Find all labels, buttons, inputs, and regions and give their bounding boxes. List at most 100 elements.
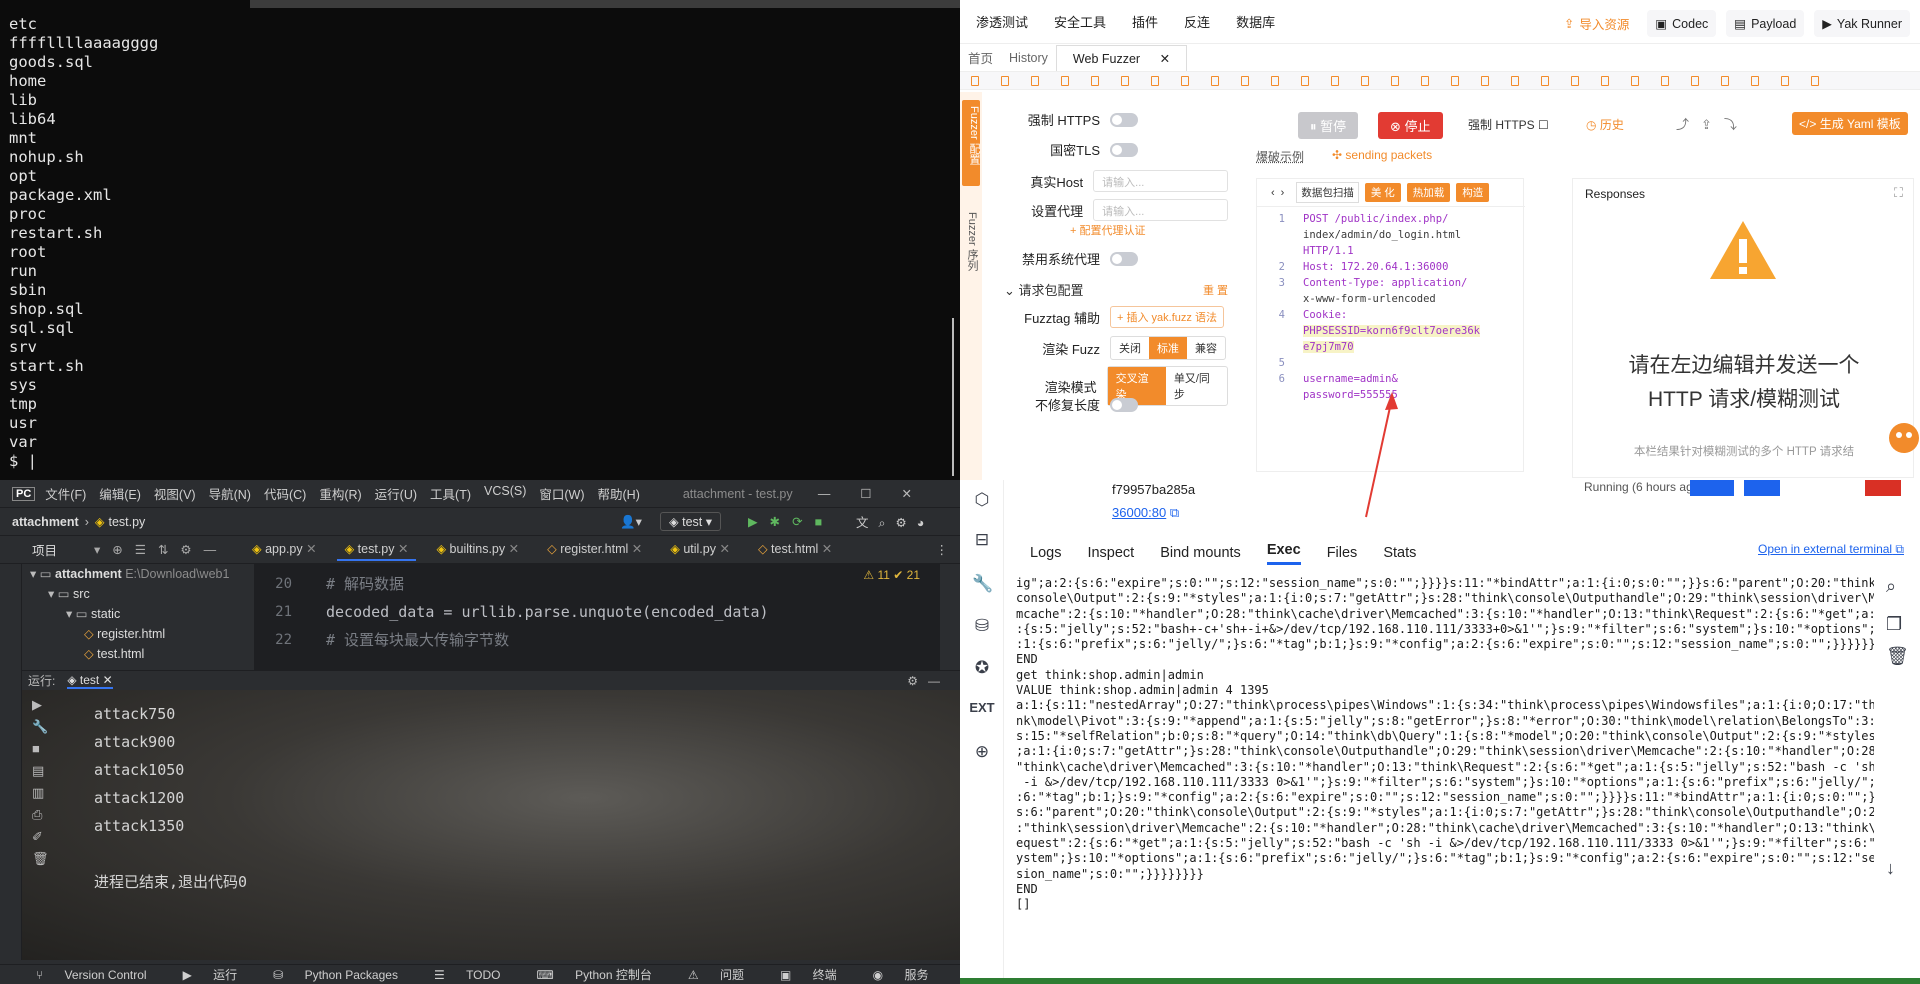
exec-terminal-output[interactable]: ig";a:2:{s:6:"expire";s:0:"";s:12:"sessi… (1016, 576, 1890, 966)
fuzzer-subtab-icon[interactable] (1481, 76, 1489, 86)
codec-button[interactable]: ▣ Codec (1647, 10, 1717, 37)
tab-stats[interactable]: Stats (1383, 545, 1416, 561)
tree-item[interactable]: ▾ ▭ attachment E:\Download\web1 (22, 564, 229, 584)
port-link[interactable]: 36000:80 (1112, 505, 1166, 520)
tab-bind-mounts[interactable]: Bind mounts (1160, 545, 1241, 561)
terminal-window[interactable]: etc ffffllllaaaagggg goods.sql home lib lib64… (0, 0, 960, 480)
fuzzer-subtab-icon[interactable] (1181, 76, 1189, 86)
fuzzer-subtab-icon[interactable] (971, 76, 979, 86)
user-icon[interactable]: 👤▾ (620, 514, 642, 530)
inspection-widget[interactable]: ⚠ 11 ✔ 21 (863, 568, 920, 582)
fuzzer-subtab-icon[interactable] (1511, 76, 1519, 86)
top-menu-item[interactable]: 反连 (1184, 12, 1210, 31)
construct-button[interactable]: 构造 (1456, 183, 1490, 202)
open-external-terminal-link[interactable]: Open in external terminal ⧉ (1758, 542, 1904, 557)
hot-reload-button[interactable]: 热加载 (1406, 183, 1451, 202)
proxy-auth-link[interactable]: + 配置代理认证 (1070, 222, 1145, 238)
payload-button[interactable]: ▤ Payload (1726, 10, 1805, 37)
ext-label[interactable]: EXT (968, 700, 996, 720)
code-editor[interactable]: 20 21 22 # 解码数据 decoded_data = urllib.parse… (254, 564, 940, 670)
menu-item[interactable]: VCS(S) (484, 484, 526, 503)
terminal-output[interactable]: etc ffffllllaaaagggg goods.sql home lib lib64… (9, 15, 158, 471)
run-side-toolbar[interactable]: ▶ 🔧 ■ ▤ ▥ ⎙ ✐ 🗑 (32, 694, 52, 870)
editor-tab[interactable]: ◇ register.html ✕ (539, 538, 650, 561)
request-config-section[interactable]: ⌄ 请求包配置 (1004, 280, 1084, 299)
tab-files[interactable]: Files (1327, 545, 1358, 561)
status-item[interactable]: ◉ 服务 (855, 966, 929, 983)
container-delete-button[interactable] (1865, 480, 1901, 496)
fuzzer-subtab-icon[interactable] (1391, 76, 1399, 86)
tree-item[interactable]: ▾ ▭ src (22, 584, 229, 604)
beautify-button[interactable]: 美 化 (1364, 183, 1401, 202)
terminal-scrollbar[interactable] (952, 318, 954, 476)
stop-button[interactable]: ⊗ 停止 (1378, 112, 1443, 139)
fuzzer-subtab-icon[interactable] (1721, 76, 1729, 86)
scan-packet-button[interactable]: 数据包扫描 (1296, 182, 1359, 203)
top-menu-item[interactable]: 插件 (1132, 12, 1158, 31)
editor-tab[interactable]: ◈ app.py ✕ (244, 538, 325, 561)
prev-icon[interactable]: ‹ (1271, 187, 1275, 199)
close-icon[interactable]: ✕ (628, 542, 642, 556)
scout-icon[interactable]: ✪ (972, 658, 992, 678)
extensions-icon[interactable]: ⬡ (972, 490, 992, 510)
request-code[interactable]: 1 POST /public/index.php/index/admin/do_l… (1257, 211, 1481, 403)
fuzzer-subtab-icon[interactable] (1121, 76, 1129, 86)
fuzzer-subtab-icon[interactable] (1421, 76, 1429, 86)
containers-icon[interactable]: ⊟ (972, 530, 992, 550)
menu-item[interactable]: 工具(T) (430, 484, 471, 503)
top-menu-item[interactable]: 渗透测试 (976, 12, 1028, 31)
import-resource-button[interactable]: ⇪ 导入资源 (1555, 10, 1638, 37)
close-icon[interactable]: ✕ (818, 542, 832, 556)
editor-tab[interactable]: ◈ util.py ✕ (662, 538, 738, 561)
project-tree[interactable]: ▾ ▭ attachment E:\Download\web1 ▾ ▭ src ▾ … (22, 564, 254, 681)
real-host-input[interactable]: 请输入... (1093, 170, 1228, 192)
menu-item[interactable]: 视图(V) (154, 484, 196, 503)
menu-item[interactable]: 代码(C) (264, 484, 306, 503)
menu-item[interactable]: 重构(R) (319, 484, 361, 503)
reset-button[interactable]: 重 置 (1203, 282, 1228, 298)
status-item[interactable]: ⚠ 问题 (670, 966, 744, 983)
tab-exec[interactable]: Exec (1266, 542, 1301, 565)
run-output[interactable]: attack750 attack900 attack1050 attack1200 at… (94, 700, 247, 896)
close-icon[interactable]: ✕ (395, 542, 408, 556)
tab-logs[interactable]: Logs (1030, 545, 1061, 561)
tab-web-fuzzer[interactable]: Web Fuzzer ✕ (1055, 44, 1188, 71)
project-panel-label[interactable]: 项目 (32, 540, 94, 559)
fuzzer-subtab-icon[interactable] (1301, 76, 1309, 86)
fuzzer-subtab-icon[interactable] (1061, 76, 1069, 86)
scroll-down-icon[interactable]: ↓ (1886, 858, 1895, 879)
fuzzer-subtab-icon[interactable] (1361, 76, 1369, 86)
render-fuzz-switch[interactable]: 关闭 标准 兼容 (1110, 336, 1226, 360)
project-panel-icons[interactable]: ▾⊕☰⇅⚙— (94, 542, 244, 557)
tab-home[interactable]: 首页 (960, 48, 1001, 67)
fuzzer-subtab-icon[interactable] (1241, 76, 1249, 86)
toolbar-icons[interactable]: ⤴⇪⤵ (1676, 114, 1749, 133)
run-panel-settings-icon[interactable]: ⚙— (907, 674, 950, 688)
fuzzer-subtab-icon[interactable] (1151, 76, 1159, 86)
status-item[interactable]: ⌨ Python 控制台 (519, 966, 652, 983)
close-icon[interactable]: ✕ (1152, 52, 1178, 66)
disable-system-proxy-toggle[interactable] (1110, 251, 1138, 266)
run-config-select[interactable]: ◈ test ▾ (660, 512, 721, 531)
next-icon[interactable]: › (1281, 187, 1285, 199)
gen-yaml-button[interactable]: </> 生成 Yaml 模板 (1792, 112, 1908, 135)
editor-tab[interactable]: ◈ test.py ✕ (336, 538, 417, 561)
fuzzer-subtab-icon[interactable] (1001, 76, 1009, 86)
more-tabs-icon[interactable]: ⋮ (936, 542, 949, 557)
add-extension-icon[interactable]: ⊕ (972, 742, 992, 762)
fuzzer-subtab-icon[interactable] (1811, 76, 1819, 86)
fuzzer-subtab-icon[interactable] (1541, 76, 1549, 86)
expand-icon[interactable]: ⛶ (1894, 185, 1903, 201)
search-icon[interactable]: ⌕ (1886, 576, 1896, 597)
fuzzer-subtab-icon[interactable] (1631, 76, 1639, 86)
container-restart-button[interactable] (1744, 480, 1780, 496)
pause-button[interactable]: ⏸ 暂停 (1298, 112, 1359, 139)
status-item[interactable]: ☰ TODO (416, 968, 501, 982)
close-icon[interactable]: ✕ (303, 542, 316, 556)
force-https-checkbox[interactable]: 强制 HTTPS ☐ (1468, 116, 1549, 133)
fuzzer-subtab-icon[interactable] (1571, 76, 1579, 86)
proxy-input[interactable]: 请输入... (1093, 199, 1228, 221)
volumes-icon[interactable]: ⛁ (972, 616, 992, 636)
tab-history[interactable]: History (1001, 51, 1056, 65)
status-item[interactable]: ⑂ Version Control (18, 968, 147, 982)
